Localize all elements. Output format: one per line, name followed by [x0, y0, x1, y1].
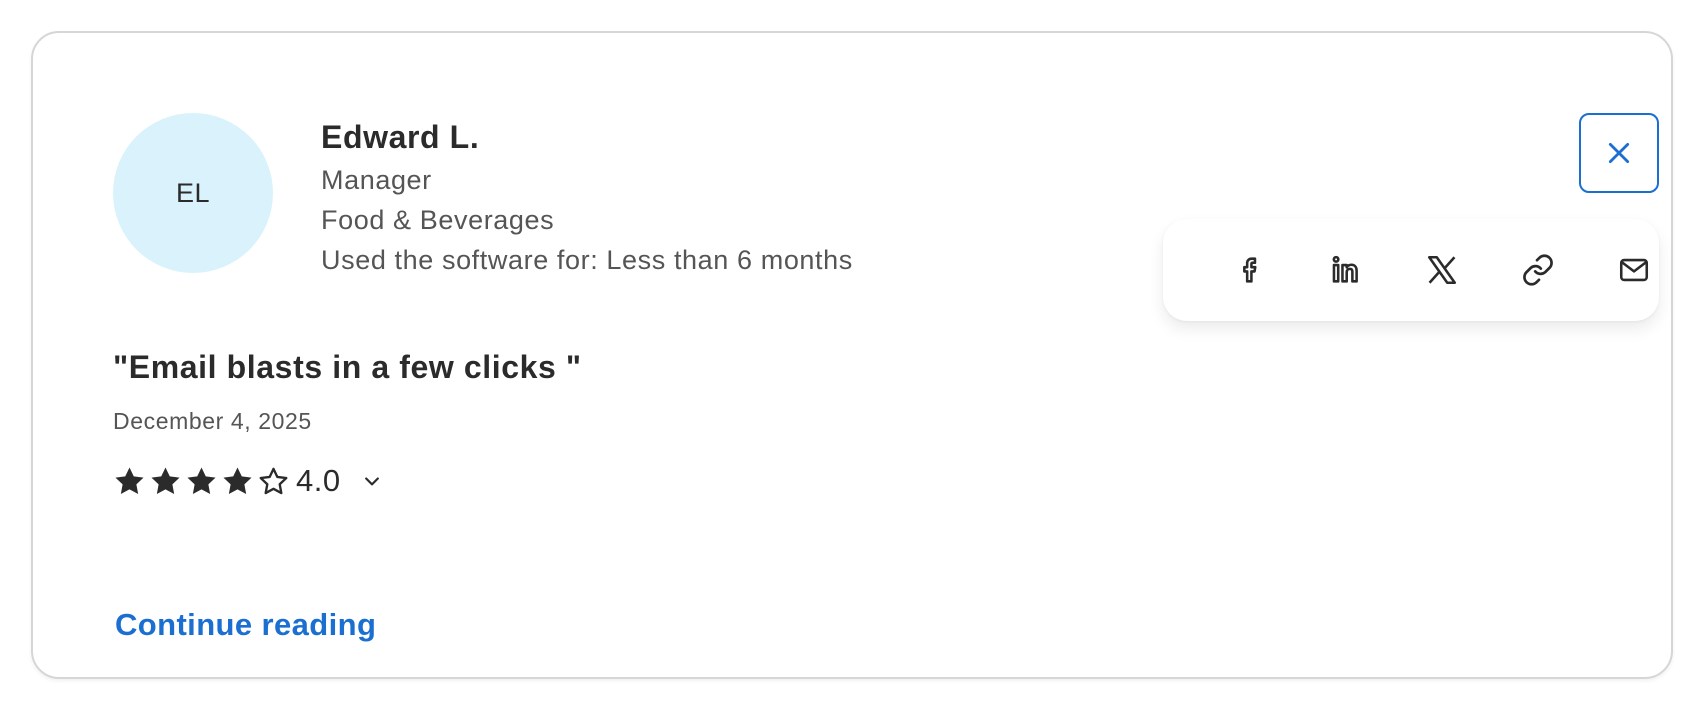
- share-menu: [1163, 219, 1659, 321]
- reviewer-usage-duration: Used the software for: Less than 6 month…: [321, 245, 853, 275]
- rating-value: 4.0: [296, 463, 341, 498]
- chevron-down-icon: [364, 477, 379, 486]
- share-linkedin-button[interactable]: [1318, 242, 1374, 298]
- close-icon: [1608, 142, 1630, 164]
- reviewer-industry: Food & Beverages: [321, 205, 555, 235]
- avatar-initials: EL: [175, 177, 211, 208]
- link-icon: [1523, 254, 1553, 286]
- copy-link-button[interactable]: [1510, 242, 1566, 298]
- star-filled-icon: [187, 466, 216, 494]
- review-title: "Email blasts in a few clicks ": [113, 349, 582, 385]
- review-date: December 4, 2025: [113, 408, 312, 434]
- linkedin-icon: [1332, 255, 1358, 283]
- star-filled-icon: [151, 466, 180, 494]
- star-filled-icon: [115, 466, 144, 494]
- rating-details-toggle[interactable]: [359, 468, 385, 494]
- continue-reading-link[interactable]: Continue reading: [115, 607, 376, 643]
- star-filled-icon: [223, 466, 252, 494]
- share-x-button[interactable]: [1414, 242, 1470, 298]
- review-card: EL Edward L. Manager Food & Beverages Us…: [31, 31, 1673, 679]
- avatar: EL: [113, 113, 273, 273]
- share-email-button[interactable]: [1606, 242, 1662, 298]
- reviewer-role: Manager: [321, 165, 432, 195]
- email-icon: [1619, 258, 1649, 282]
- star-empty-icon: [259, 467, 288, 494]
- facebook-icon: [1243, 257, 1257, 283]
- close-button[interactable]: [1579, 113, 1659, 193]
- x-icon: [1427, 255, 1457, 285]
- share-facebook-button[interactable]: [1222, 242, 1278, 298]
- reviewer-name: Edward L.: [321, 119, 480, 155]
- rating: 4.0: [113, 461, 385, 501]
